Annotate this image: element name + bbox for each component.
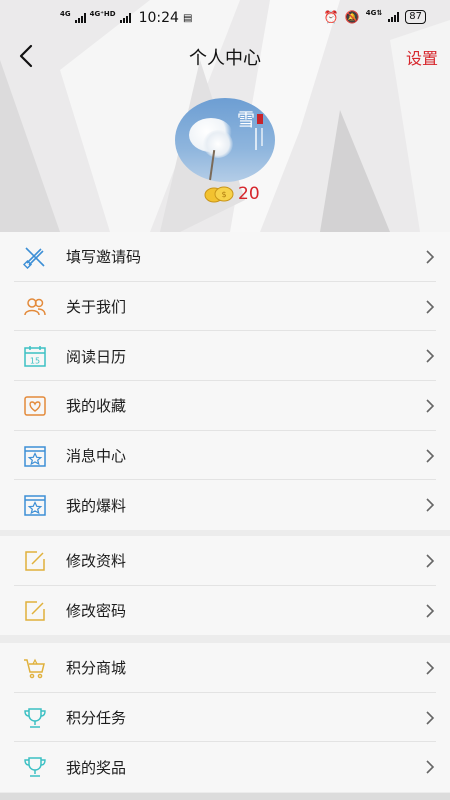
heart-box-icon bbox=[22, 393, 48, 419]
menu-item-label: 消息中心 bbox=[66, 447, 127, 466]
menu-group-account: 填写邀请码 关于我们 15 阅读日历 我的收藏 消息中心 我的爆料 bbox=[0, 232, 450, 531]
star-box-icon bbox=[22, 443, 48, 469]
menu-item-label: 我的收藏 bbox=[66, 397, 127, 416]
notification-icon: ▤ bbox=[182, 12, 193, 24]
status-time: 10:24 bbox=[138, 10, 179, 26]
menu-item-label: 我的奖品 bbox=[66, 758, 127, 777]
menu-item-message-center[interactable]: 消息中心 bbox=[0, 431, 450, 481]
avatar-detail bbox=[255, 128, 257, 150]
menu-item-about-us[interactable]: 关于我们 bbox=[0, 282, 450, 332]
chevron-right-icon bbox=[426, 710, 435, 725]
pencil-ruler-icon bbox=[22, 244, 48, 270]
people-icon bbox=[22, 294, 48, 320]
trophy-icon bbox=[22, 705, 48, 731]
nav-bar: 个人中心 设置 bbox=[0, 38, 450, 74]
menu-item-my-prizes[interactable]: 我的奖品 bbox=[0, 742, 450, 792]
alarm-icon: ⏰ bbox=[323, 10, 339, 24]
coins-icon: $ bbox=[204, 186, 234, 203]
menu-item-label: 阅读日历 bbox=[66, 347, 127, 366]
menu-item-reading-calendar[interactable]: 15 阅读日历 bbox=[0, 331, 450, 381]
avatar-text: 雪 bbox=[237, 110, 255, 131]
chevron-right-icon bbox=[426, 760, 435, 774]
signal-icon bbox=[74, 13, 86, 23]
avatar-detail bbox=[261, 128, 263, 146]
cart-icon bbox=[22, 655, 48, 681]
menu-item-change-password[interactable]: 修改密码 bbox=[0, 586, 450, 636]
avatar-seal bbox=[257, 114, 263, 124]
avatar[interactable]: 雪 bbox=[175, 98, 275, 182]
menu-item-label: 积分商城 bbox=[66, 659, 127, 678]
edit-icon bbox=[22, 598, 48, 624]
menu-item-label: 我的爆料 bbox=[66, 496, 127, 515]
chevron-right-icon bbox=[426, 498, 435, 512]
menu-item-label: 修改资料 bbox=[66, 552, 127, 571]
menu-item-label: 修改密码 bbox=[66, 602, 127, 621]
menu-item-my-reports[interactable]: 我的爆料 bbox=[0, 480, 450, 530]
page-title: 个人中心 bbox=[189, 48, 261, 69]
chevron-right-icon bbox=[426, 603, 435, 618]
bottom-edge bbox=[0, 793, 450, 800]
svg-text:$: $ bbox=[221, 190, 226, 199]
menu-item-favorites[interactable]: 我的收藏 bbox=[0, 381, 450, 431]
edit-icon bbox=[22, 548, 48, 574]
chevron-right-icon bbox=[426, 399, 435, 413]
chevron-right-icon bbox=[426, 299, 435, 314]
status-bar: 4G 4G⁺HD 10:24 ▤ ⏰ 🔕 4G⇅ 87 bbox=[0, 8, 450, 32]
chevron-right-icon bbox=[426, 449, 435, 463]
network-label: 4G⁺HD bbox=[89, 10, 116, 18]
chevron-right-icon bbox=[426, 349, 435, 363]
menu-item-points-mall[interactable]: 积分商城 bbox=[0, 643, 450, 693]
signal-icon bbox=[119, 13, 131, 23]
star-box-icon bbox=[22, 492, 48, 518]
chevron-right-icon bbox=[426, 661, 435, 675]
calendar-icon: 15 bbox=[22, 343, 48, 369]
menu-group-profile: 修改资料 修改密码 bbox=[0, 536, 450, 636]
trophy-icon bbox=[22, 754, 48, 780]
menu-item-label: 填写邀请码 bbox=[66, 248, 142, 267]
network-label: 4G bbox=[60, 10, 71, 18]
chevron-right-icon bbox=[426, 554, 435, 568]
menu-group-points: 积分商城 积分任务 我的奖品 bbox=[0, 643, 450, 793]
menu-item-edit-profile[interactable]: 修改资料 bbox=[0, 536, 450, 586]
menu-item-invite-code[interactable]: 填写邀请码 bbox=[0, 232, 450, 282]
menu-item-label: 关于我们 bbox=[66, 298, 127, 317]
calendar-day: 15 bbox=[30, 357, 40, 366]
avatar-flower bbox=[203, 130, 233, 158]
settings-button[interactable]: 设置 bbox=[406, 45, 438, 69]
network-label: 4G⇅ bbox=[365, 9, 383, 17]
mute-icon: 🔕 bbox=[344, 10, 360, 24]
menu-item-points-tasks[interactable]: 积分任务 bbox=[0, 693, 450, 743]
battery-icon: 87 bbox=[405, 10, 426, 24]
menu-item-label: 积分任务 bbox=[66, 709, 127, 728]
points-display[interactable]: $ 20 bbox=[204, 184, 260, 204]
points-value: 20 bbox=[238, 184, 260, 204]
signal-icon bbox=[388, 12, 400, 22]
chevron-right-icon bbox=[426, 250, 435, 264]
